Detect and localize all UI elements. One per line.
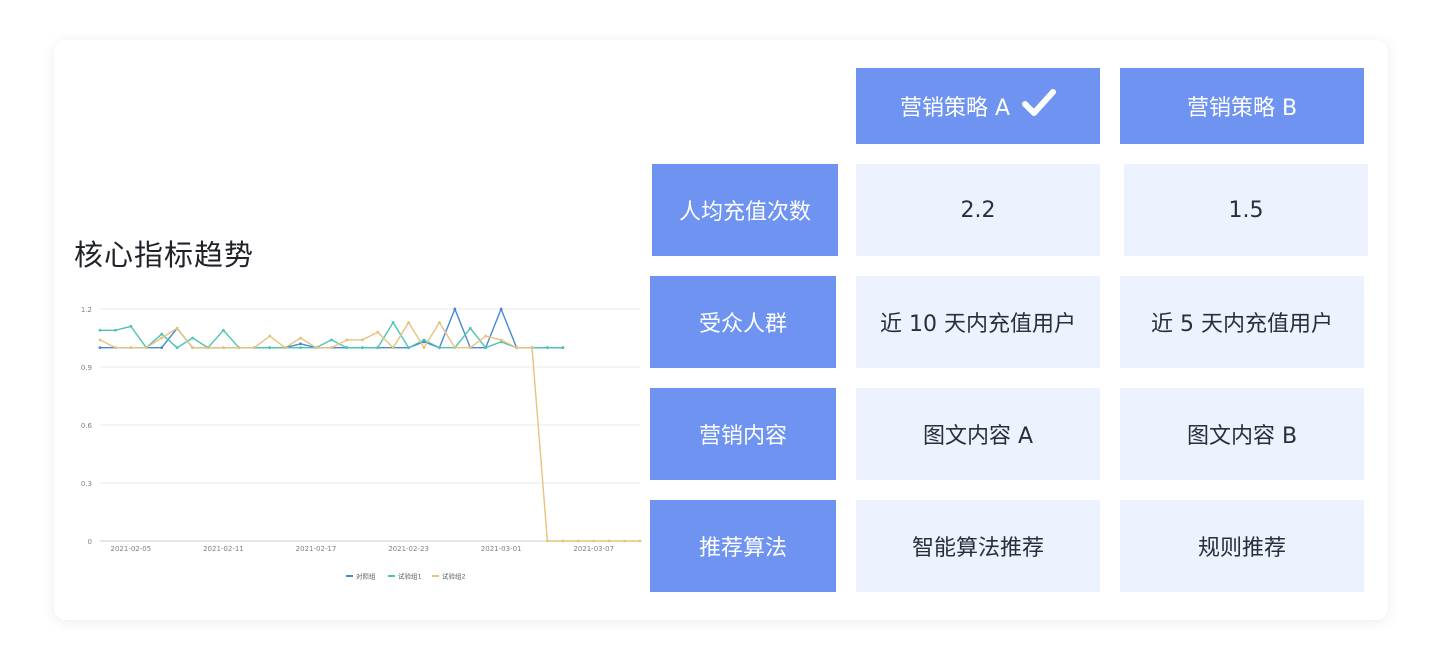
data-point: [299, 336, 302, 340]
column-header-strategy-a: 营销策略 A: [856, 68, 1100, 144]
data-point: [175, 346, 179, 350]
data-point: [422, 338, 426, 342]
checkmark-icon: [1022, 88, 1057, 124]
data-point: [98, 338, 102, 342]
data-point: [222, 346, 225, 350]
data-point: [191, 336, 194, 340]
y-tick-label: 0: [88, 538, 92, 546]
data-point: [468, 346, 472, 350]
trend-chart-svg: 0 0.3 0.6 0.9 1.2 2021-02-05 2021-02-11 2021-02…: [81, 306, 642, 581]
data-point: [484, 334, 488, 338]
data-point: [484, 346, 488, 350]
data-point: [576, 539, 580, 543]
cell-recommend-algorithm-b: 规则推荐: [1120, 500, 1364, 592]
data-point: [299, 346, 302, 350]
data-point: [499, 307, 503, 311]
cell-recharge-count-a: 2.2: [856, 164, 1100, 256]
data-point: [252, 346, 256, 350]
data-point: [638, 539, 642, 543]
data-point: [407, 321, 410, 324]
y-tick-label: 1.2: [81, 306, 92, 314]
data-point: [515, 346, 518, 350]
cell-recommend-algorithm-a: 智能算法推荐: [856, 500, 1100, 592]
data-point: [144, 346, 148, 350]
column-header-strategy-b-label: 营销策略 B: [1186, 96, 1298, 121]
cell-recharge-count-b: 1.5: [1124, 164, 1368, 256]
data-point: [206, 346, 210, 350]
y-tick-label: 0.3: [81, 480, 92, 488]
cell-marketing-content-b: 图文内容 B: [1120, 388, 1364, 480]
data-point: [160, 346, 164, 350]
data-point: [314, 346, 318, 350]
data-point: [222, 328, 225, 332]
x-tick-label: 2021-02-11: [203, 545, 244, 553]
data-point: [376, 346, 380, 350]
data-point: [623, 539, 626, 543]
trend-chart: 0 0.3 0.6 0.9 1.2 2021-02-05 2021-02-11 2021-02…: [70, 296, 642, 590]
data-point: [175, 326, 179, 330]
data-point: [360, 346, 364, 350]
cell-audience-b: 近 5 天内充值用户: [1120, 276, 1364, 368]
chart-title: 核心指标趋势: [74, 238, 255, 272]
series-line-1: [100, 307, 563, 349]
cell-marketing-content-a: 图文内容 A: [856, 388, 1100, 480]
data-point: [191, 346, 194, 350]
data-point: [438, 346, 441, 350]
data-point: [592, 539, 596, 543]
column-header-strategy-a-label: 营销策略 A: [899, 96, 1011, 121]
series-line-2: [100, 321, 563, 349]
x-tick-label: 2021-03-01: [481, 545, 522, 553]
data-point: [391, 321, 395, 324]
y-tick-label: 0.6: [81, 422, 93, 430]
data-point: [160, 336, 164, 340]
y-tick-label: 0.9: [81, 364, 92, 372]
row-header-marketing-content: 营销内容: [650, 388, 836, 480]
data-point: [376, 330, 380, 334]
data-point: [129, 346, 133, 350]
data-point: [114, 346, 117, 350]
column-header-strategy-b: 营销策略 B: [1120, 68, 1364, 144]
data-point: [546, 539, 549, 543]
x-tick-label: 2021-03-07: [573, 545, 614, 553]
x-tick-label: 2021-02-17: [296, 545, 337, 553]
data-point: [561, 346, 565, 350]
data-point: [268, 334, 272, 338]
data-point: [438, 321, 441, 324]
data-point: [453, 307, 457, 311]
data-point: [330, 346, 333, 350]
data-point: [98, 346, 102, 350]
data-point: [160, 332, 164, 336]
row-header-recommend-algorithm: 推荐算法: [650, 500, 836, 592]
data-point: [499, 338, 503, 342]
data-point: [299, 342, 302, 346]
data-point: [345, 346, 349, 350]
row-header-recharge-count: 人均充值次数: [652, 164, 838, 256]
data-point: [530, 346, 534, 350]
data-point: [330, 338, 333, 342]
data-point: [468, 326, 472, 330]
data-point: [345, 338, 349, 342]
data-point: [98, 328, 102, 332]
data-point: [453, 346, 457, 350]
data-point: [546, 346, 549, 350]
x-tick-label: 2021-02-23: [388, 545, 429, 553]
data-point: [114, 328, 117, 332]
legend-label: 试验组2: [442, 572, 466, 581]
data-point: [391, 346, 395, 350]
data-point: [407, 346, 410, 350]
data-point: [129, 325, 133, 328]
data-point: [607, 539, 611, 543]
series-line-3: [99, 321, 640, 542]
data-point: [237, 346, 241, 350]
legend-label: 试验组1: [398, 572, 422, 581]
data-point: [268, 346, 272, 350]
row-header-audience: 受众人群: [650, 276, 836, 368]
data-point: [561, 539, 565, 543]
cell-audience-a: 近 10 天内充值用户: [856, 276, 1100, 368]
x-tick-label: 2021-02-05: [111, 545, 152, 553]
legend-label: 对照组: [356, 572, 376, 581]
data-point: [422, 346, 426, 350]
data-point: [360, 338, 364, 342]
data-point: [283, 346, 287, 350]
